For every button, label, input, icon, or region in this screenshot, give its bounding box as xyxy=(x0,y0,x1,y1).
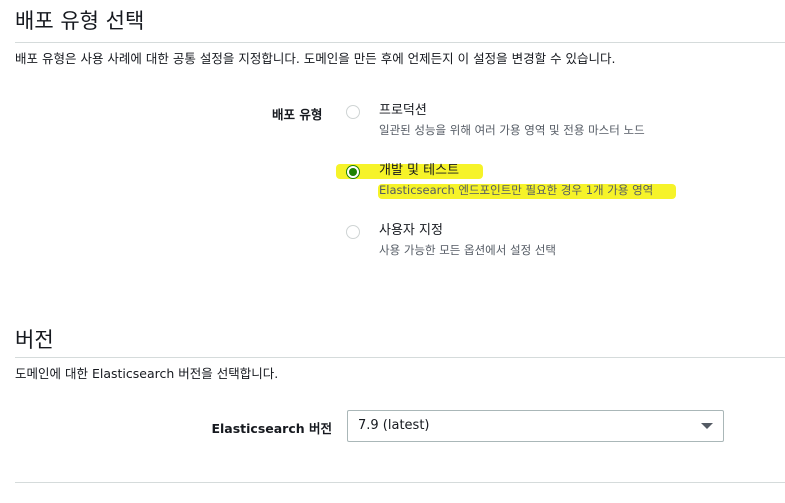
deployment-type-label: 배포 유형 xyxy=(272,107,323,122)
radio-title-custom: 사용자 지정 xyxy=(379,223,443,238)
radio-description-custom: 사용 가능한 모든 옵션에서 설정 선택 xyxy=(379,243,556,257)
radio-button-custom[interactable] xyxy=(346,225,360,239)
version-field-label: Elasticsearch 버전 xyxy=(211,421,332,436)
version-section-title: 버전 xyxy=(15,328,54,352)
radio-button-production[interactable] xyxy=(346,105,360,119)
deployment-section-title: 배포 유형 선택 xyxy=(15,9,145,33)
radio-description-production: 일관된 성능을 위해 여러 가용 영역 및 전용 마스터 노드 xyxy=(379,123,645,137)
radio-option-production[interactable]: 프로덕션 일관된 성능을 위해 여러 가용 영역 및 전용 마스터 노드 xyxy=(346,101,686,141)
radio-option-dev-test[interactable]: 개발 및 테스트 Elasticsearch 엔드포인트만 필요한 경우 1개 … xyxy=(346,161,686,201)
radio-description-dev-test: Elasticsearch 엔드포인트만 필요한 경우 1개 가용 영역 xyxy=(379,183,654,197)
version-section-divider xyxy=(15,357,785,358)
deployment-section-divider xyxy=(15,42,785,43)
deployment-section-description: 배포 유형은 사용 사례에 대한 공통 설정을 지정합니다. 도메인을 만든 후… xyxy=(15,51,616,66)
bottom-divider xyxy=(15,482,785,483)
page: 배포 유형 선택 배포 유형은 사용 사례에 대한 공통 설정을 지정합니다. … xyxy=(0,0,785,503)
version-select-value: 7.9 (latest) xyxy=(358,418,430,433)
caret-down-icon xyxy=(701,423,713,429)
radio-button-dev-test[interactable] xyxy=(346,165,360,179)
radio-option-custom[interactable]: 사용자 지정 사용 가능한 모든 옵션에서 설정 선택 xyxy=(346,221,686,261)
version-select[interactable]: 7.9 (latest) xyxy=(347,410,724,442)
version-section-description: 도메인에 대한 Elasticsearch 버전을 선택합니다. xyxy=(15,366,279,381)
radio-title-dev-test: 개발 및 테스트 xyxy=(379,163,460,178)
radio-title-production: 프로덕션 xyxy=(379,103,427,118)
